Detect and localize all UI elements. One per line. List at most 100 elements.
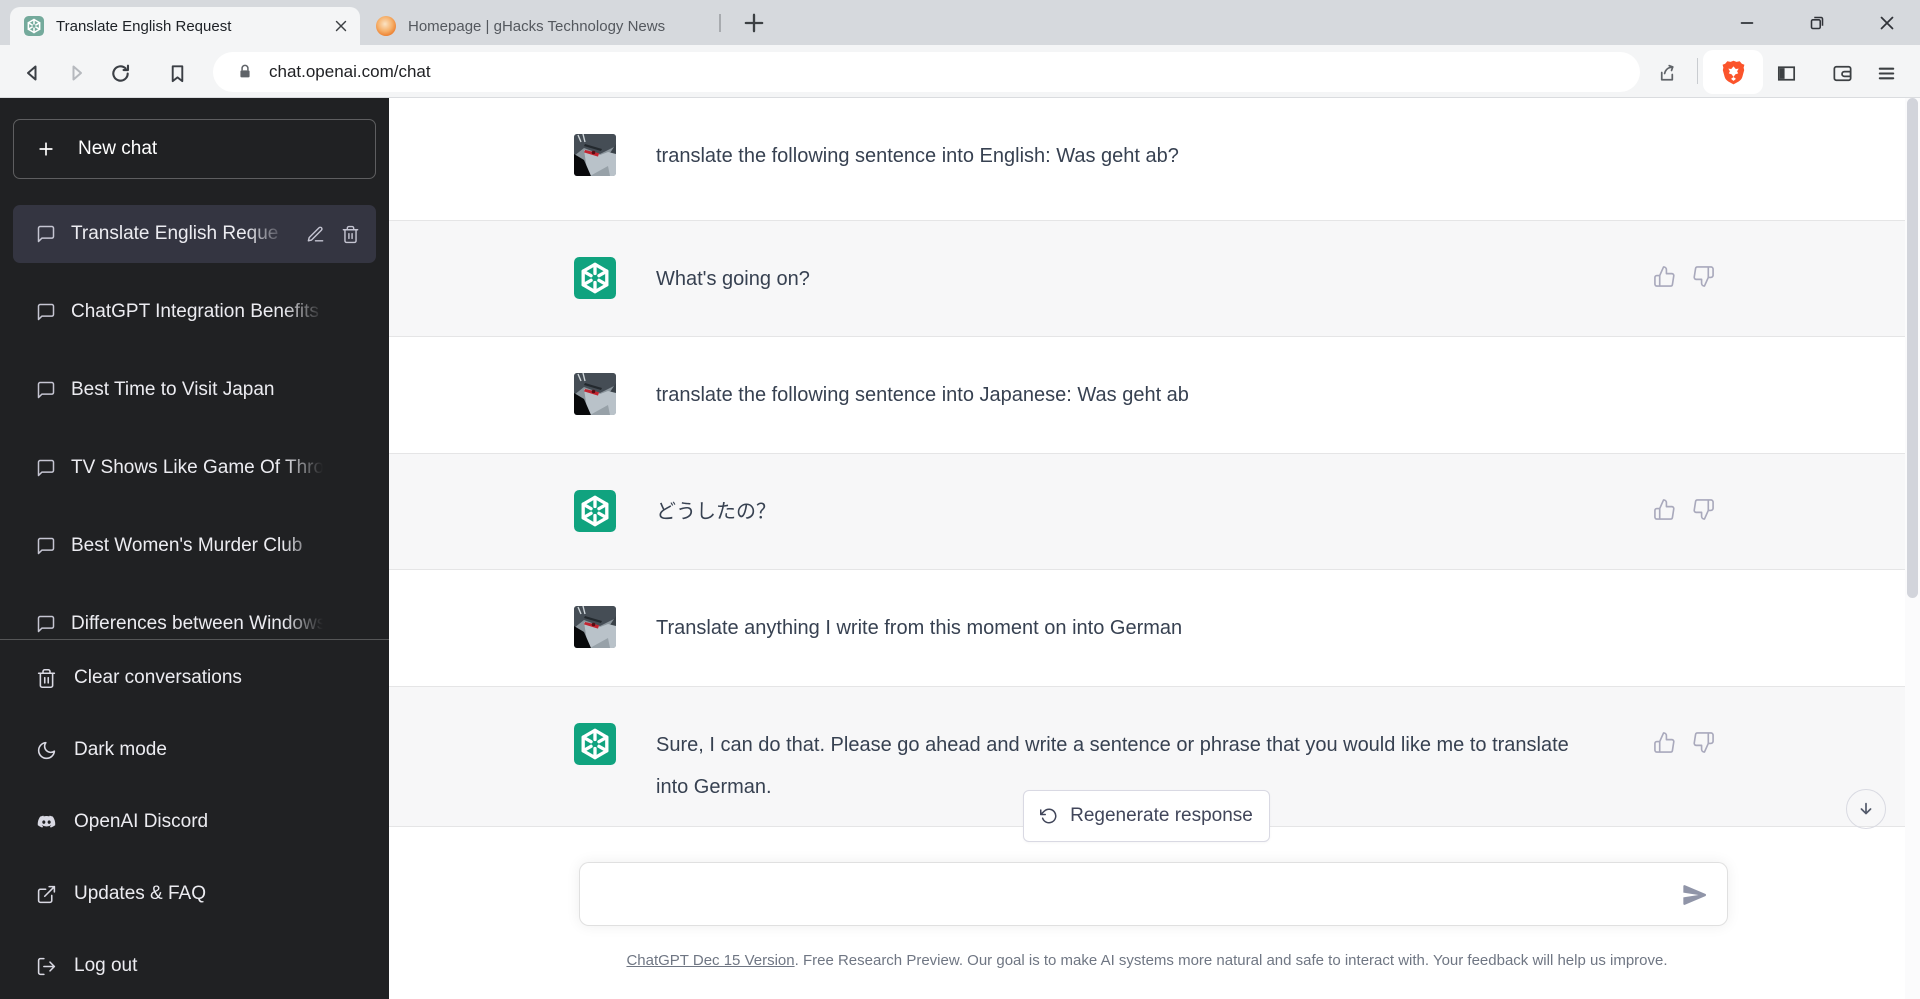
conversation-title: Best Women's Murder Club <box>71 535 323 557</box>
page-content: New chat Translate English Reque ChatGPT… <box>0 98 1920 999</box>
brave-lion-icon <box>1722 60 1744 84</box>
toolbar-divider <box>1697 58 1698 84</box>
conversation-item[interactable]: Differences between Windows <box>0 585 389 639</box>
conversation-item[interactable]: Best Time to Visit Japan <box>0 351 389 429</box>
message-feedback <box>1653 498 1715 521</box>
menu-item-icon <box>37 741 56 759</box>
conversation-title: Differences between Windows <box>71 613 323 635</box>
send-icon[interactable] <box>1681 881 1709 909</box>
browser-window: Translate English Request Homepage | gHa… <box>0 0 1920 999</box>
menu-item-label: Clear conversations <box>74 667 242 688</box>
close-tab-icon[interactable] <box>332 17 350 35</box>
chat-bubble-icon <box>37 381 55 399</box>
conversation-title: Best Time to Visit Japan <box>71 379 323 401</box>
thumbs-up-icon[interactable] <box>1653 731 1676 754</box>
tab-title: Homepage | gHacks Technology News <box>408 17 666 35</box>
new-tab-button[interactable] <box>740 9 768 37</box>
user-avatar <box>574 373 616 415</box>
page-scrollbar[interactable] <box>1905 98 1920 999</box>
thumbs-down-icon[interactable] <box>1692 731 1715 754</box>
sidebar-menu: Clear conversations Dark mode OpenAI Dis… <box>0 639 389 999</box>
thumbs-down-icon[interactable] <box>1692 265 1715 288</box>
delete-icon[interactable] <box>341 225 360 244</box>
conversation-title: ChatGPT Integration Benefits <box>71 301 323 323</box>
message-composer <box>579 862 1728 926</box>
share-icon[interactable] <box>1649 55 1685 91</box>
tab-divider <box>719 14 721 32</box>
tab-ghacks[interactable]: Homepage | gHacks Technology News <box>362 7 716 45</box>
chatgpt-avatar <box>574 257 616 299</box>
menu-item-label: Updates & FAQ <box>74 883 207 904</box>
bookmark-icon[interactable] <box>159 55 195 91</box>
message-feedback <box>1653 265 1715 288</box>
url-text[interactable]: chat.openai.com/chat <box>269 62 431 82</box>
menu-item-label: Dark mode <box>74 739 167 760</box>
minimize-button[interactable] <box>1724 0 1770 45</box>
sidebar-menu-item[interactable]: Updates & FAQ <box>0 858 389 930</box>
tab-chatgpt[interactable]: Translate English Request <box>10 7 360 45</box>
conversation-item[interactable]: TV Shows Like Game Of Thron <box>0 429 389 507</box>
message-row: translate the following sentence into En… <box>389 98 1905 220</box>
message-row: Translate anything I write from this mom… <box>389 570 1905 686</box>
chat-bubble-icon <box>37 303 55 321</box>
thumbs-up-icon[interactable] <box>1653 498 1676 521</box>
thumbs-up-icon[interactable] <box>1653 265 1676 288</box>
message-row: What's going on? <box>389 220 1905 337</box>
sidebar-menu-item[interactable]: Log out <box>0 930 389 999</box>
message-row: どうしたの？ <box>389 453 1905 570</box>
message-text: translate the following sentence into En… <box>656 145 1179 167</box>
scrollbar-thumb[interactable] <box>1907 98 1918 598</box>
footer-text: . Free Research Preview. Our goal is to … <box>794 952 1668 969</box>
conversation-title: TV Shows Like Game Of Thron <box>71 457 323 479</box>
user-avatar <box>574 606 616 648</box>
address-bar[interactable]: chat.openai.com/chat <box>213 52 1640 92</box>
menu-icon[interactable] <box>1868 55 1904 91</box>
tab-strip: Translate English Request Homepage | gHa… <box>0 0 1920 45</box>
scroll-to-bottom-button[interactable] <box>1846 789 1886 829</box>
chat-footer: ChatGPT Dec 15 Version. Free Research Pr… <box>389 949 1905 973</box>
sidebar: New chat Translate English Reque ChatGPT… <box>0 98 389 999</box>
sidebar-menu-item[interactable]: Dark mode <box>0 714 389 786</box>
conversation-item[interactable]: Best Women's Murder Club <box>0 507 389 585</box>
user-avatar <box>574 134 616 176</box>
menu-item-icon <box>37 815 56 828</box>
regenerate-response-button[interactable]: Regenerate response <box>1023 790 1270 842</box>
message-text: What's going on? <box>656 268 810 290</box>
tab-title: Translate English Request <box>56 17 232 35</box>
chat-bubble-icon <box>37 225 55 243</box>
new-chat-button[interactable]: New chat <box>13 119 376 179</box>
side-panel-icon[interactable] <box>1768 55 1804 91</box>
message-list: translate the following sentence into En… <box>389 98 1905 827</box>
refresh-icon <box>1040 808 1057 824</box>
chatgpt-favicon <box>24 16 44 36</box>
chat-bubble-icon <box>37 615 55 633</box>
conversation-item[interactable]: Translate English Reque <box>0 195 389 273</box>
close-window-button[interactable] <box>1864 0 1910 45</box>
message-input[interactable] <box>600 873 1671 921</box>
conversation-title: Translate English Reque <box>71 223 286 245</box>
conversation-item[interactable]: ChatGPT Integration Benefits <box>0 273 389 351</box>
lock-icon <box>239 64 251 79</box>
menu-item-label: Log out <box>74 955 138 976</box>
restore-button[interactable] <box>1794 0 1840 45</box>
forward-button[interactable] <box>58 55 94 91</box>
version-link[interactable]: ChatGPT Dec 15 Version <box>626 952 794 969</box>
wallet-icon[interactable] <box>1824 55 1860 91</box>
new-chat-label: New chat <box>78 138 158 159</box>
edit-icon[interactable] <box>306 225 325 244</box>
ghacks-favicon <box>376 16 396 36</box>
menu-item-icon <box>37 668 56 688</box>
chat-bubble-icon <box>37 537 55 555</box>
message-text: Translate anything I write from this mom… <box>656 617 1183 639</box>
message-text: translate the following sentence into Ja… <box>656 384 1189 406</box>
reload-button[interactable] <box>102 55 138 91</box>
menu-item-icon <box>37 957 56 975</box>
sidebar-menu-item[interactable]: OpenAI Discord <box>0 786 389 858</box>
back-button[interactable] <box>15 55 51 91</box>
chat-bubble-icon <box>37 459 55 477</box>
sidebar-menu-item[interactable]: Clear conversations <box>0 642 389 714</box>
brave-shield-button[interactable] <box>1703 50 1763 94</box>
thumbs-down-icon[interactable] <box>1692 498 1715 521</box>
arrow-down-icon <box>1860 802 1872 815</box>
chatgpt-avatar <box>574 723 616 765</box>
